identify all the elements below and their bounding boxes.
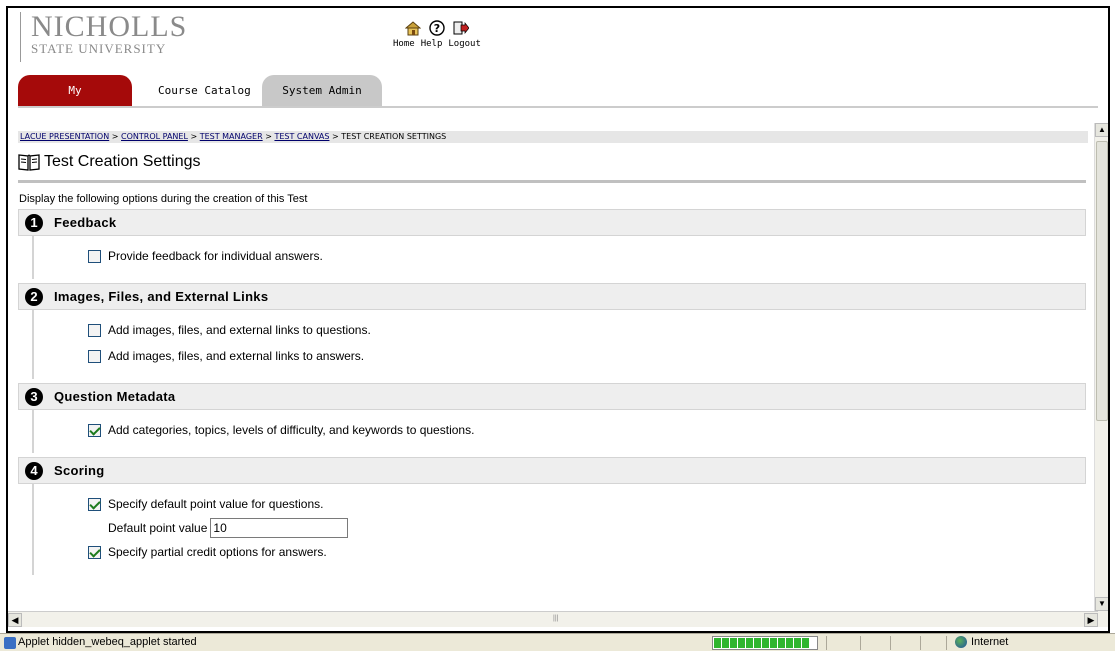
page-title: Test Creation Settings	[44, 153, 201, 170]
option-row: Provide feedback for individual answers.	[88, 243, 1098, 269]
section-title: Question Metadata	[54, 389, 176, 404]
status-bar: Applet hidden_webeq_applet started Inter…	[0, 633, 1115, 651]
status-divider	[890, 636, 891, 650]
option-row: Add images, files, and external links to…	[88, 317, 1098, 343]
option-label: Provide feedback for individual answers.	[108, 249, 323, 263]
home-link[interactable]: Home	[393, 39, 415, 49]
status-divider	[920, 636, 921, 650]
breadcrumb-item-test-manager[interactable]: TEST MANAGER	[200, 132, 263, 141]
logout-link[interactable]: Logout	[448, 39, 481, 49]
breadcrumb-current: TEST CREATION SETTINGS	[341, 132, 447, 141]
section-title: Feedback	[54, 215, 117, 230]
tab-bar: My Institution Course Catalog System Adm…	[18, 73, 1098, 128]
links-to-answers-checkbox[interactable]	[88, 349, 101, 363]
breadcrumb-separator: >	[265, 132, 272, 141]
option-row: Add categories, topics, levels of diffic…	[88, 417, 1098, 443]
option-label: Add images, files, and external links to…	[108, 323, 371, 337]
home-icon[interactable]	[404, 20, 422, 36]
help-link[interactable]: Help	[421, 39, 443, 49]
default-point-checkbox[interactable]	[88, 497, 101, 511]
logo-line2: STATE UNIVERSITY	[31, 41, 167, 56]
step-number-2: 2	[25, 287, 43, 306]
zone-label: Internet	[971, 636, 1009, 648]
main-content: LACUE PRESENTATION > CONTROL PANEL > TES…	[8, 123, 1098, 611]
partial-credit-checkbox[interactable]	[88, 545, 101, 559]
step-number-4: 4	[25, 461, 43, 480]
breadcrumb-separator: >	[111, 132, 119, 141]
book-icon	[18, 153, 40, 171]
scroll-grip-icon: |||	[553, 615, 559, 622]
breadcrumb: LACUE PRESENTATION > CONTROL PANEL > TES…	[18, 131, 1088, 143]
tab-course-catalog[interactable]: Course Catalog	[144, 75, 265, 106]
status-divider	[946, 636, 947, 650]
security-zone: Internet	[955, 636, 1008, 648]
title-divider	[18, 180, 1086, 183]
option-row: Specify partial credit options for answe…	[88, 539, 1098, 565]
university-logo[interactable]: NICHOLLS STATE UNIVERSITY	[20, 12, 195, 62]
step-number-1: 1	[25, 213, 43, 232]
page-status-icon	[4, 637, 16, 649]
section-feedback-header: 1 Feedback	[18, 209, 1086, 236]
metadata-checkbox[interactable]	[88, 423, 101, 437]
option-row: Add images, files, and external links to…	[88, 343, 1098, 369]
tab-divider	[18, 106, 1098, 108]
section-scoring-header: 4 Scoring	[18, 457, 1086, 484]
status-divider	[860, 636, 861, 650]
section-title: Scoring	[54, 463, 105, 478]
default-point-input[interactable]	[210, 518, 349, 538]
scroll-down-arrow-icon[interactable]: ▼	[1095, 597, 1108, 611]
breadcrumb-item-control-panel[interactable]: CONTROL PANEL	[121, 132, 188, 141]
section-scoring-body: Specify default point value for question…	[32, 484, 1098, 575]
intro-text: Display the following options during the…	[19, 193, 308, 205]
logo-line1: NICHOLLS	[31, 10, 188, 43]
option-label: Specify partial credit options for answe…	[108, 545, 327, 559]
default-point-row: Default point value	[88, 517, 1098, 539]
option-label: Specify default point value for question…	[108, 497, 324, 511]
scroll-up-arrow-icon[interactable]: ▲	[1095, 123, 1108, 137]
scroll-right-arrow-icon[interactable]: ▶	[1084, 613, 1098, 627]
option-label: Add images, files, and external links to…	[108, 349, 365, 363]
status-text: Applet hidden_webeq_applet started	[18, 636, 197, 648]
scroll-corner	[1098, 611, 1108, 627]
vertical-scroll-thumb[interactable]	[1096, 141, 1108, 421]
section-images-body: Add images, files, and external links to…	[32, 310, 1098, 379]
status-divider	[826, 636, 827, 650]
vertical-scrollbar[interactable]: ▲ ▼	[1094, 123, 1108, 611]
breadcrumb-item-lacue[interactable]: LACUE PRESENTATION	[20, 132, 109, 141]
section-feedback-body: Provide feedback for individual answers.	[32, 236, 1098, 279]
links-to-questions-checkbox[interactable]	[88, 323, 101, 337]
browser-viewport: NICHOLLS STATE UNIVERSITY ? Home Help Lo…	[6, 6, 1110, 633]
horizontal-scrollbar[interactable]: ◀ ||| ▶	[8, 611, 1098, 627]
help-icon[interactable]: ?	[429, 20, 445, 36]
option-label: Add categories, topics, levels of diffic…	[108, 423, 475, 437]
progress-bar	[712, 636, 818, 650]
section-metadata-header: 3 Question Metadata	[18, 383, 1086, 410]
feedback-checkbox[interactable]	[88, 249, 101, 263]
step-number-3: 3	[25, 387, 43, 406]
tab-my-institution[interactable]: My Institution	[18, 75, 132, 128]
svg-text:?: ?	[434, 22, 440, 35]
option-row: Specify default point value for question…	[88, 491, 1098, 517]
top-nav: ? Home Help Logout	[393, 20, 481, 49]
breadcrumb-separator: >	[332, 132, 339, 141]
section-metadata-body: Add categories, topics, levels of diffic…	[32, 410, 1098, 453]
logout-icon[interactable]	[453, 20, 470, 36]
section-title: Images, Files, and External Links	[54, 289, 269, 304]
section-images-header: 2 Images, Files, and External Links	[18, 283, 1086, 310]
breadcrumb-separator: >	[190, 132, 198, 141]
tab-system-admin[interactable]: System Admin	[262, 75, 382, 106]
scroll-left-arrow-icon[interactable]: ◀	[8, 613, 22, 627]
page-header: Test Creation Settings	[18, 151, 1098, 173]
breadcrumb-item-test-canvas[interactable]: TEST CANVAS	[274, 132, 329, 141]
default-point-label: Default point value	[108, 521, 208, 535]
globe-icon	[955, 636, 967, 648]
